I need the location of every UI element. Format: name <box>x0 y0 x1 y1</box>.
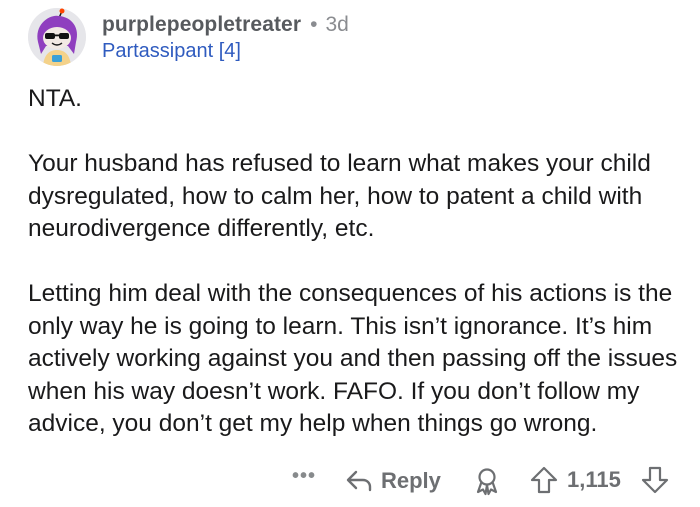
downvote-icon[interactable] <box>640 465 670 495</box>
comment-paragraph: Letting him deal with the consequences o… <box>28 280 678 437</box>
comment-paragraph: Your husband has refused to learn what m… <box>28 150 651 242</box>
reply-label: Reply <box>381 468 441 493</box>
comment: purplepeopletreater • 3d Partassipant [4… <box>0 0 700 507</box>
comment-age: 3d <box>325 12 349 36</box>
meta-separator: • <box>310 12 318 36</box>
username-link[interactable]: purplepeopletreater <box>102 13 301 37</box>
user-avatar[interactable] <box>28 8 86 66</box>
reply-button[interactable]: Reply <box>345 463 441 499</box>
comment-action-bar: ••• Reply 1,115 <box>0 461 700 501</box>
comment-paragraph: NTA. <box>28 85 82 112</box>
reply-arrow-icon <box>346 470 372 492</box>
vote-score: 1,115 <box>567 467 621 492</box>
user-line: purplepeopletreater • 3d <box>102 11 349 38</box>
user-flair: Partassipant [4] <box>102 40 241 62</box>
avatar-illustration-icon <box>28 8 86 66</box>
comment-meta: purplepeopletreater • 3d Partassipant [4… <box>102 11 349 66</box>
comment-header: purplepeopletreater • 3d Partassipant [4… <box>28 8 688 70</box>
more-options-button[interactable]: ••• <box>292 465 316 488</box>
comment-body: NTA. Your husband has refused to learn w… <box>28 83 678 441</box>
award-icon[interactable] <box>472 466 502 496</box>
upvote-icon[interactable] <box>529 465 559 495</box>
